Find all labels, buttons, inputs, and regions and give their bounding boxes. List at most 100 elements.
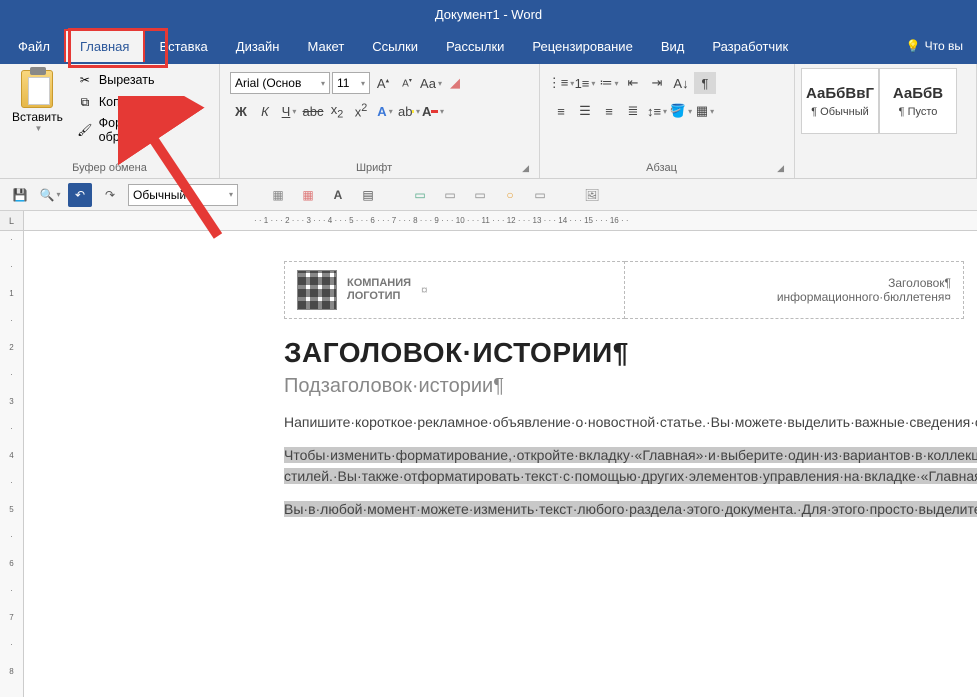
redo-button[interactable]: ↷ (98, 183, 122, 207)
qat-button-6[interactable]: ▭ (438, 183, 462, 207)
tab-design[interactable]: Дизайн (222, 31, 294, 62)
qat-button-8[interactable]: ○ (498, 183, 522, 207)
table-icon: ▤ (362, 188, 373, 202)
style-empty[interactable]: АаБбВ ¶ Пусто (879, 68, 957, 134)
font-size-combo[interactable]: 11▾ (332, 72, 370, 94)
style-selector[interactable]: Обычный▾ (128, 184, 238, 206)
qat-button-10[interactable]: 🖼 (580, 183, 604, 207)
superscript-icon: x2 (355, 102, 368, 119)
tab-mailings[interactable]: Рассылки (432, 31, 518, 62)
chevron-down-icon: ▾ (361, 79, 365, 88)
header-title-cell[interactable]: Заголовок¶ информационного·бюллетеня¤ (624, 262, 964, 319)
align-right-button[interactable]: ≡ (598, 100, 620, 122)
body-paragraph-3[interactable]: Вы·в·любой·момент·можете·изменить·текст·… (284, 499, 964, 520)
underline-button[interactable]: Ч▾ (278, 100, 300, 122)
tab-references[interactable]: Ссылки (358, 31, 432, 62)
text-effects-icon: A (377, 104, 386, 119)
circle-icon: ○ (506, 188, 513, 202)
shrink-font-button[interactable]: A▾ (396, 72, 418, 94)
tab-insert[interactable]: Вставка (145, 31, 221, 62)
qat-button-7[interactable]: ▭ (468, 183, 492, 207)
tab-review[interactable]: Рецензирование (518, 31, 646, 62)
subscript-button[interactable]: x2 (326, 100, 348, 122)
tab-developer[interactable]: Разработчик (698, 31, 802, 62)
change-case-icon: Aa (420, 76, 436, 91)
format-painter-button[interactable]: 🖌 Формат по образцу (73, 114, 213, 146)
font-name-combo[interactable]: Arial (Основ▾ (230, 72, 330, 94)
borders-icon: ▦ (696, 103, 708, 119)
horizontal-ruler[interactable]: · · 1 · · · 2 · · · 3 · · · 4 · · · 5 · … (24, 211, 977, 231)
italic-button[interactable]: К (254, 100, 276, 122)
ribbon-group-paragraph: ⋮≡▾ 1≡▾ ≔▾ ⇤ ⇥ A↓ ¶ ≡ ☰ ≡ ≣ ↕≡▾ 🪣▾ ▦▾ Аб… (540, 64, 795, 178)
title-bar: Документ1 - Word (0, 0, 977, 28)
clipboard-group-label: Буфер обмена (6, 160, 213, 176)
qat-button-5[interactable]: ▭ (408, 183, 432, 207)
qat-button-2[interactable]: ▦ (296, 183, 320, 207)
line-spacing-button[interactable]: ↕≡▾ (646, 100, 668, 122)
paste-button[interactable]: Вставить ▼ (6, 68, 69, 135)
undo-button[interactable]: ↶ (68, 183, 92, 207)
tell-me[interactable]: 💡 Что вы (896, 39, 973, 53)
strike-button[interactable]: abc (302, 100, 324, 122)
brush-icon: 🖌 (77, 122, 93, 138)
cut-label: Вырезать (99, 73, 155, 87)
selected-text: Чтобы·изменить·форматирование,·откройте·… (284, 447, 977, 484)
clear-format-button[interactable]: ◢ (444, 72, 466, 94)
story-title[interactable]: ЗАГОЛОВОК·ИСТОРИИ¶ (284, 337, 977, 369)
body-paragraph-1[interactable]: Напишите·короткое·рекламное·объявление·о… (284, 412, 714, 433)
numbering-button[interactable]: 1≡▾ (574, 72, 596, 94)
cleanup-icon: ▦ (302, 188, 313, 202)
ruler-corner[interactable]: L (0, 211, 24, 231)
story-subtitle[interactable]: Подзаголовок·истории¶ (284, 375, 977, 398)
object-icon: ▭ (474, 188, 485, 202)
vertical-ruler[interactable]: ··1·2·3·4·5·6·7·8 (0, 231, 24, 697)
qat-button-9[interactable]: ▭ (528, 183, 552, 207)
indent-icon: ⇥ (652, 75, 663, 91)
highlight-icon: ab (398, 104, 412, 119)
search-button[interactable]: 🔍▾ (38, 183, 62, 207)
quick-access-toolbar: 💾 🔍▾ ↶ ↷ Обычный▾ ▦ ▦ A ▤ ▭ ▭ ▭ ○ ▭ 🖼 (0, 179, 977, 211)
body-paragraph-2[interactable]: Чтобы·изменить·форматирование,·откройте·… (284, 445, 964, 487)
header-logo-cell[interactable]: КОМПАНИЯ ЛОГОТИП ¤ (285, 262, 625, 319)
ribbon-group-font: Arial (Основ▾ 11▾ A▴ A▾ Aa▾ ◢ Ж К Ч▾ abc… (220, 64, 540, 178)
show-marks-button[interactable]: ¶ (694, 72, 716, 94)
change-case-button[interactable]: Aa▾ (420, 72, 442, 94)
font-color-button[interactable]: A▾ (422, 100, 444, 122)
bold-button[interactable]: Ж (230, 100, 252, 122)
grow-font-icon: A▴ (377, 76, 389, 91)
tell-me-label: Что вы (925, 39, 963, 53)
font-dialog-launcher[interactable]: ◢ (522, 163, 533, 174)
selected-text: Вы·в·любой·момент·можете·изменить·текст·… (284, 501, 977, 517)
bullets-button[interactable]: ⋮≡▾ (550, 72, 572, 94)
qat-button-3[interactable]: A (326, 183, 350, 207)
style-normal[interactable]: АаБбВвГ ¶ Обычный (801, 68, 879, 134)
text-effects-button[interactable]: A▾ (374, 100, 396, 122)
tab-file[interactable]: Файл (4, 31, 64, 62)
qat-button-4[interactable]: ▤ (356, 183, 380, 207)
qat-button-1[interactable]: ▦ (266, 183, 290, 207)
borders-button[interactable]: ▦▾ (694, 100, 716, 122)
multilevel-button[interactable]: ≔▾ (598, 72, 620, 94)
align-left-button[interactable]: ≡ (550, 100, 572, 122)
align-left-icon: ≡ (557, 104, 565, 119)
superscript-button[interactable]: x2 (350, 100, 372, 122)
tab-view[interactable]: Вид (647, 31, 699, 62)
decrease-indent-button[interactable]: ⇤ (622, 72, 644, 94)
header-right-line1: Заголовок¶ (637, 276, 952, 290)
shading-button[interactable]: 🪣▾ (670, 100, 692, 122)
sort-button[interactable]: A↓ (670, 72, 692, 94)
save-button[interactable]: 💾 (8, 183, 32, 207)
highlight-button[interactable]: ab▾ (398, 100, 420, 122)
tab-home[interactable]: Главная (64, 29, 145, 62)
paragraph-dialog-launcher[interactable]: ◢ (777, 163, 788, 174)
align-center-button[interactable]: ☰ (574, 100, 596, 122)
cut-button[interactable]: ✂ Вырезать (73, 70, 213, 90)
document-canvas[interactable]: КОМПАНИЯ ЛОГОТИП ¤ Заголовок¶ информацио… (24, 231, 977, 697)
style-selector-value: Обычный (133, 188, 186, 202)
tab-layout[interactable]: Макет (293, 31, 358, 62)
increase-indent-button[interactable]: ⇥ (646, 72, 668, 94)
style-preview: АаБбВвГ (806, 85, 874, 102)
grow-font-button[interactable]: A▴ (372, 72, 394, 94)
copy-button[interactable]: ⧉ Копировать (73, 92, 213, 112)
justify-button[interactable]: ≣ (622, 100, 644, 122)
